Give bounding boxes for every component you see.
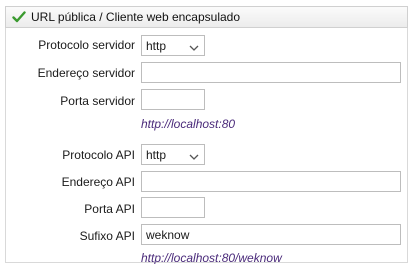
server-port-input[interactable] xyxy=(141,89,205,110)
chevron-down-icon xyxy=(189,150,199,160)
api-address-input[interactable] xyxy=(141,171,401,192)
server-address-input[interactable] xyxy=(141,62,401,83)
api-suffix-value: weknow xyxy=(146,227,190,242)
api-url-preview: http://localhost:80/weknow xyxy=(141,251,282,264)
api-protocol-label: Protocolo API xyxy=(62,148,135,162)
server-protocol-value: http xyxy=(146,38,167,53)
api-suffix-input[interactable]: weknow xyxy=(141,224,401,245)
server-port-label: Porta servidor xyxy=(60,94,135,108)
server-protocol-label: Protocolo servidor xyxy=(38,38,135,52)
server-address-label: Endereço servidor xyxy=(37,66,135,80)
api-port-input[interactable] xyxy=(141,197,205,218)
server-url-preview: http://localhost:80 xyxy=(141,117,236,131)
chevron-down-icon xyxy=(189,41,199,51)
api-protocol-select[interactable]: http xyxy=(141,144,205,165)
api-suffix-label: Sufixo API xyxy=(79,229,135,243)
checkmark-icon xyxy=(12,10,26,24)
api-port-label: Porta API xyxy=(84,202,135,216)
server-protocol-select[interactable]: http xyxy=(141,35,205,56)
api-address-label: Endereço API xyxy=(61,175,135,189)
api-protocol-value: http xyxy=(146,147,167,162)
section-title: URL pública / Cliente web encapsulado xyxy=(31,10,241,24)
section-header[interactable]: URL pública / Cliente web encapsulado xyxy=(5,6,408,28)
